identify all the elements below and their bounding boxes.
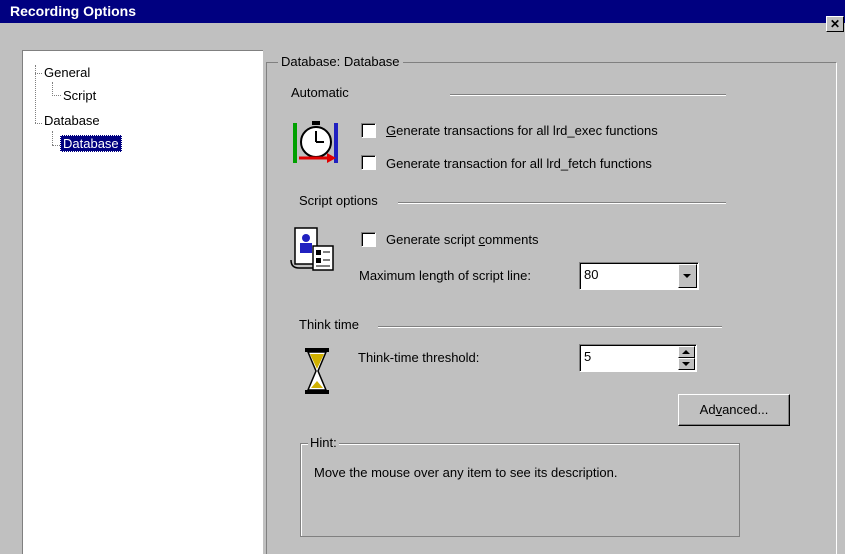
window-title: Recording Options	[10, 3, 136, 19]
tree-connector	[52, 82, 53, 96]
group-title: Database: Database	[278, 54, 403, 69]
max-script-line-value: 80	[584, 267, 599, 282]
tree-connector	[35, 73, 42, 74]
hint-label: Hint:	[308, 435, 339, 450]
tree-item-script[interactable]: Script	[63, 88, 96, 103]
hint-text: Move the mouse over any item to see its …	[314, 465, 618, 480]
options-tree: General Script Database Database	[22, 50, 263, 554]
chevron-down-icon[interactable]	[678, 264, 697, 288]
title-bar: Recording Options	[0, 0, 845, 23]
max-script-line-label: Maximum length of script line:	[359, 268, 531, 283]
section-divider	[398, 202, 726, 204]
spin-down-icon[interactable]	[678, 358, 695, 370]
hourglass-icon	[303, 347, 331, 395]
script-document-icon	[289, 226, 337, 272]
max-script-line-select[interactable]: 80	[579, 262, 699, 290]
generate-transactions-exec-checkbox[interactable]	[361, 123, 376, 138]
tree-connector	[52, 131, 53, 145]
hint-box	[300, 443, 740, 537]
think-time-threshold-spinner[interactable]: 5	[579, 344, 697, 372]
generate-transactions-exec-label[interactable]: Generate transactions for all lrd_exec f…	[386, 123, 658, 138]
tree-connector	[35, 123, 42, 124]
think-time-section-label: Think time	[299, 317, 363, 332]
think-time-threshold-value: 5	[584, 349, 592, 364]
stopwatch-transaction-icon	[291, 117, 341, 167]
tree-connector	[52, 95, 61, 96]
tree-item-general[interactable]: General	[44, 65, 90, 80]
generate-transaction-fetch-checkbox[interactable]	[361, 155, 376, 170]
section-divider	[378, 326, 722, 328]
generate-transaction-fetch-label[interactable]: Generate transaction for all lrd_fetch f…	[386, 156, 652, 171]
section-divider	[450, 94, 726, 96]
spin-up-icon[interactable]	[678, 346, 695, 358]
script-options-section-label: Script options	[299, 193, 382, 208]
generate-script-comments-label[interactable]: Generate script comments	[386, 232, 538, 247]
advanced-button[interactable]: Advanced...	[678, 394, 790, 426]
think-time-threshold-label: Think-time threshold:	[358, 350, 480, 365]
tree-item-database[interactable]: Database	[44, 113, 100, 128]
tree-item-database-database[interactable]: Database	[60, 135, 122, 152]
automatic-section-label: Automatic	[291, 85, 353, 100]
tree-connector	[52, 145, 60, 146]
close-icon[interactable]: ✕	[826, 16, 844, 32]
generate-script-comments-checkbox[interactable]	[361, 232, 376, 247]
